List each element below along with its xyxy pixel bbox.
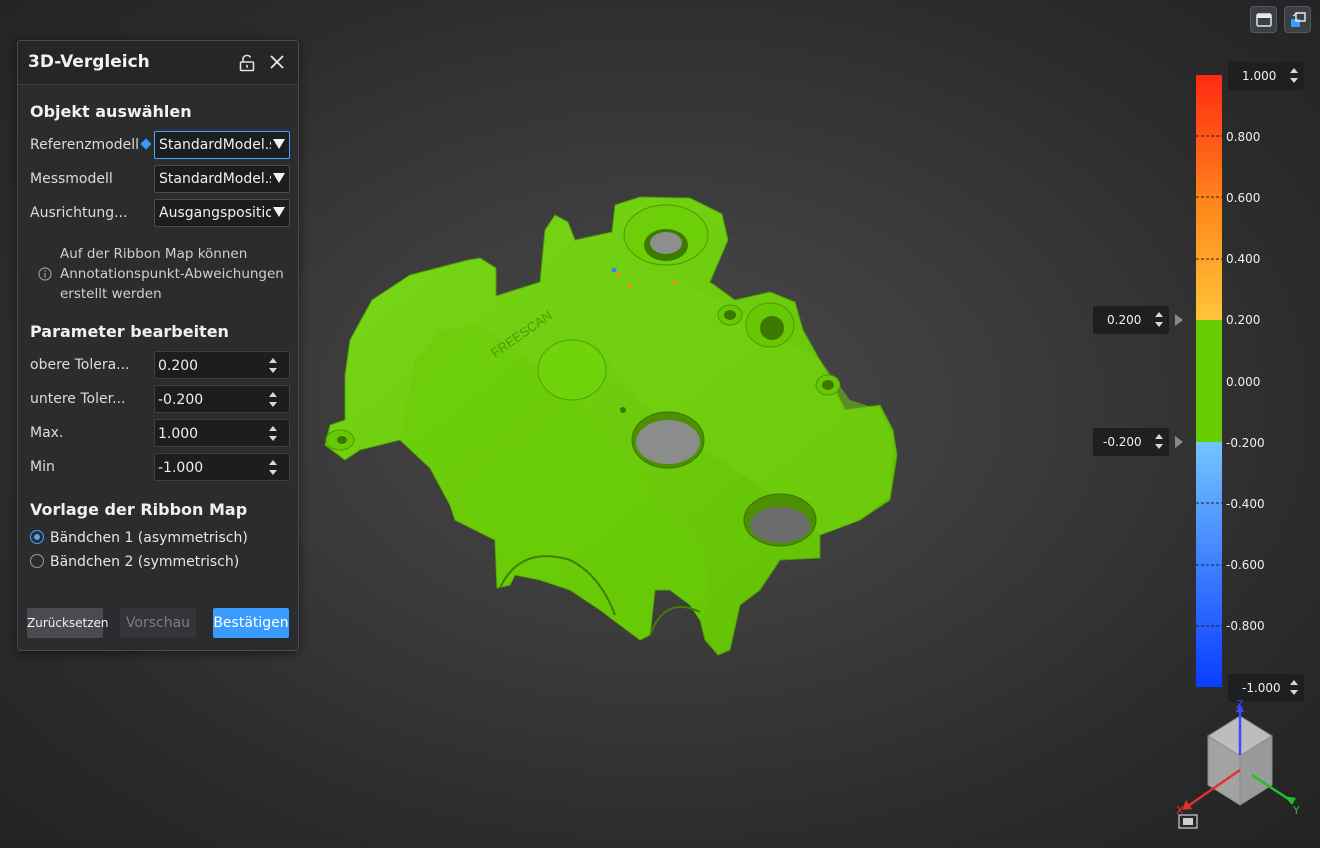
decrement-icon[interactable] (1290, 690, 1298, 695)
colorbar-tick: 0.800 (1226, 130, 1261, 144)
section-object-title: Objekt auswählen (30, 102, 192, 121)
dropdown-arrow-icon (273, 173, 285, 183)
deviation-color-bar (1196, 75, 1222, 687)
increment-icon[interactable] (1155, 434, 1163, 439)
colorbar-lower-tolerance-input[interactable]: -0.200 (1093, 428, 1169, 456)
radio-unselected-icon (30, 554, 44, 568)
alignment-select[interactable]: Ausgangsposition (154, 199, 290, 227)
colorbar-max-input[interactable]: 1.000 (1228, 62, 1304, 90)
section-params-title: Parameter bearbeiten (30, 322, 229, 341)
view-mode-button[interactable] (1250, 6, 1277, 33)
measure-model-label: Messmodell (30, 171, 113, 187)
dropdown-arrow-icon (273, 207, 285, 217)
reset-button[interactable]: Zurücksetzen (27, 608, 109, 638)
section-template-title: Vorlage der Ribbon Map (30, 500, 248, 519)
reference-model-select[interactable]: StandardModel.stl (154, 131, 290, 159)
decrement-icon[interactable] (1155, 444, 1163, 449)
window-icon (1255, 12, 1272, 27)
close-icon[interactable] (269, 54, 285, 70)
ribbon1-radio[interactable]: Bändchen 1 (asymmetrisch) (30, 530, 248, 546)
max-label: Max. (30, 425, 64, 441)
max-input[interactable]: 1.000 (154, 419, 290, 447)
preview-button[interactable]: Vorschau (120, 608, 196, 638)
increment-icon[interactable] (1290, 68, 1298, 73)
3d-viewport[interactable]: FREESCAN 3D-Vergleich Objekt auswählen R… (0, 0, 1320, 848)
z-axis-label: Z (1236, 698, 1244, 711)
color-bar-dashes (1196, 135, 1222, 627)
colorbar-tick: -0.200 (1226, 436, 1265, 450)
colorbar-tick: -0.800 (1226, 619, 1265, 633)
3d-model[interactable]: FREESCAN (320, 195, 900, 665)
increment-icon[interactable] (1290, 680, 1298, 685)
lower-tolerance-marker-icon[interactable] (1175, 436, 1183, 448)
panel-header: 3D-Vergleich (18, 41, 298, 85)
colorbar-tick: 0.600 (1226, 191, 1261, 205)
y-axis-label: Y (1292, 804, 1300, 817)
ribbon2-radio[interactable]: Bändchen 2 (symmetrisch) (30, 554, 239, 570)
lower-tolerance-input[interactable]: -0.200 (154, 385, 290, 413)
colorbar-tick: 0.400 (1226, 252, 1261, 266)
diamond-icon (140, 138, 152, 150)
transform-icon (1290, 11, 1306, 27)
upper-tolerance-label: obere Tolera... (30, 357, 130, 373)
measure-model-select[interactable]: StandardModel.stl (154, 165, 290, 193)
colorbar-upper-tolerance-input[interactable]: 0.200 (1093, 306, 1169, 334)
info-icon (38, 267, 52, 281)
radio-selected-icon (30, 530, 44, 544)
confirm-button[interactable]: Bestätigen (213, 608, 289, 638)
unlock-icon[interactable] (238, 54, 256, 72)
min-input[interactable]: -1.000 (154, 453, 290, 481)
upper-tolerance-input[interactable]: 0.200 (154, 351, 290, 379)
decrement-icon[interactable] (269, 368, 277, 373)
reference-model-label: Referenzmodell (30, 137, 140, 153)
increment-icon[interactable] (269, 358, 277, 363)
transform-button[interactable] (1284, 6, 1311, 33)
increment-icon[interactable] (269, 460, 277, 465)
dropdown-arrow-icon (273, 139, 285, 149)
alignment-label: Ausrichtung... (30, 205, 128, 221)
decrement-icon[interactable] (269, 470, 277, 475)
colorbar-tick: 0.200 (1226, 313, 1261, 327)
increment-icon[interactable] (269, 426, 277, 431)
lower-tolerance-label: untere Toler... (30, 391, 126, 407)
decrement-icon[interactable] (269, 402, 277, 407)
ribbon-map-info-text: Auf der Ribbon Map können Annotationspun… (60, 246, 284, 302)
decrement-icon[interactable] (1290, 78, 1298, 83)
colorbar-tick: 0.000 (1226, 375, 1261, 389)
panel-title: 3D-Vergleich (28, 52, 150, 72)
decrement-icon[interactable] (1155, 322, 1163, 327)
colorbar-tick: -0.600 (1226, 558, 1265, 572)
increment-icon[interactable] (1155, 312, 1163, 317)
increment-icon[interactable] (269, 392, 277, 397)
decrement-icon[interactable] (269, 436, 277, 441)
orientation-cube[interactable]: Z X Y (1168, 698, 1308, 838)
3d-comparison-panel: 3D-Vergleich Objekt auswählen Referenzmo… (17, 40, 299, 651)
min-label: Min (30, 459, 55, 475)
colorbar-tick: -0.400 (1226, 497, 1265, 511)
upper-tolerance-marker-icon[interactable] (1175, 314, 1183, 326)
